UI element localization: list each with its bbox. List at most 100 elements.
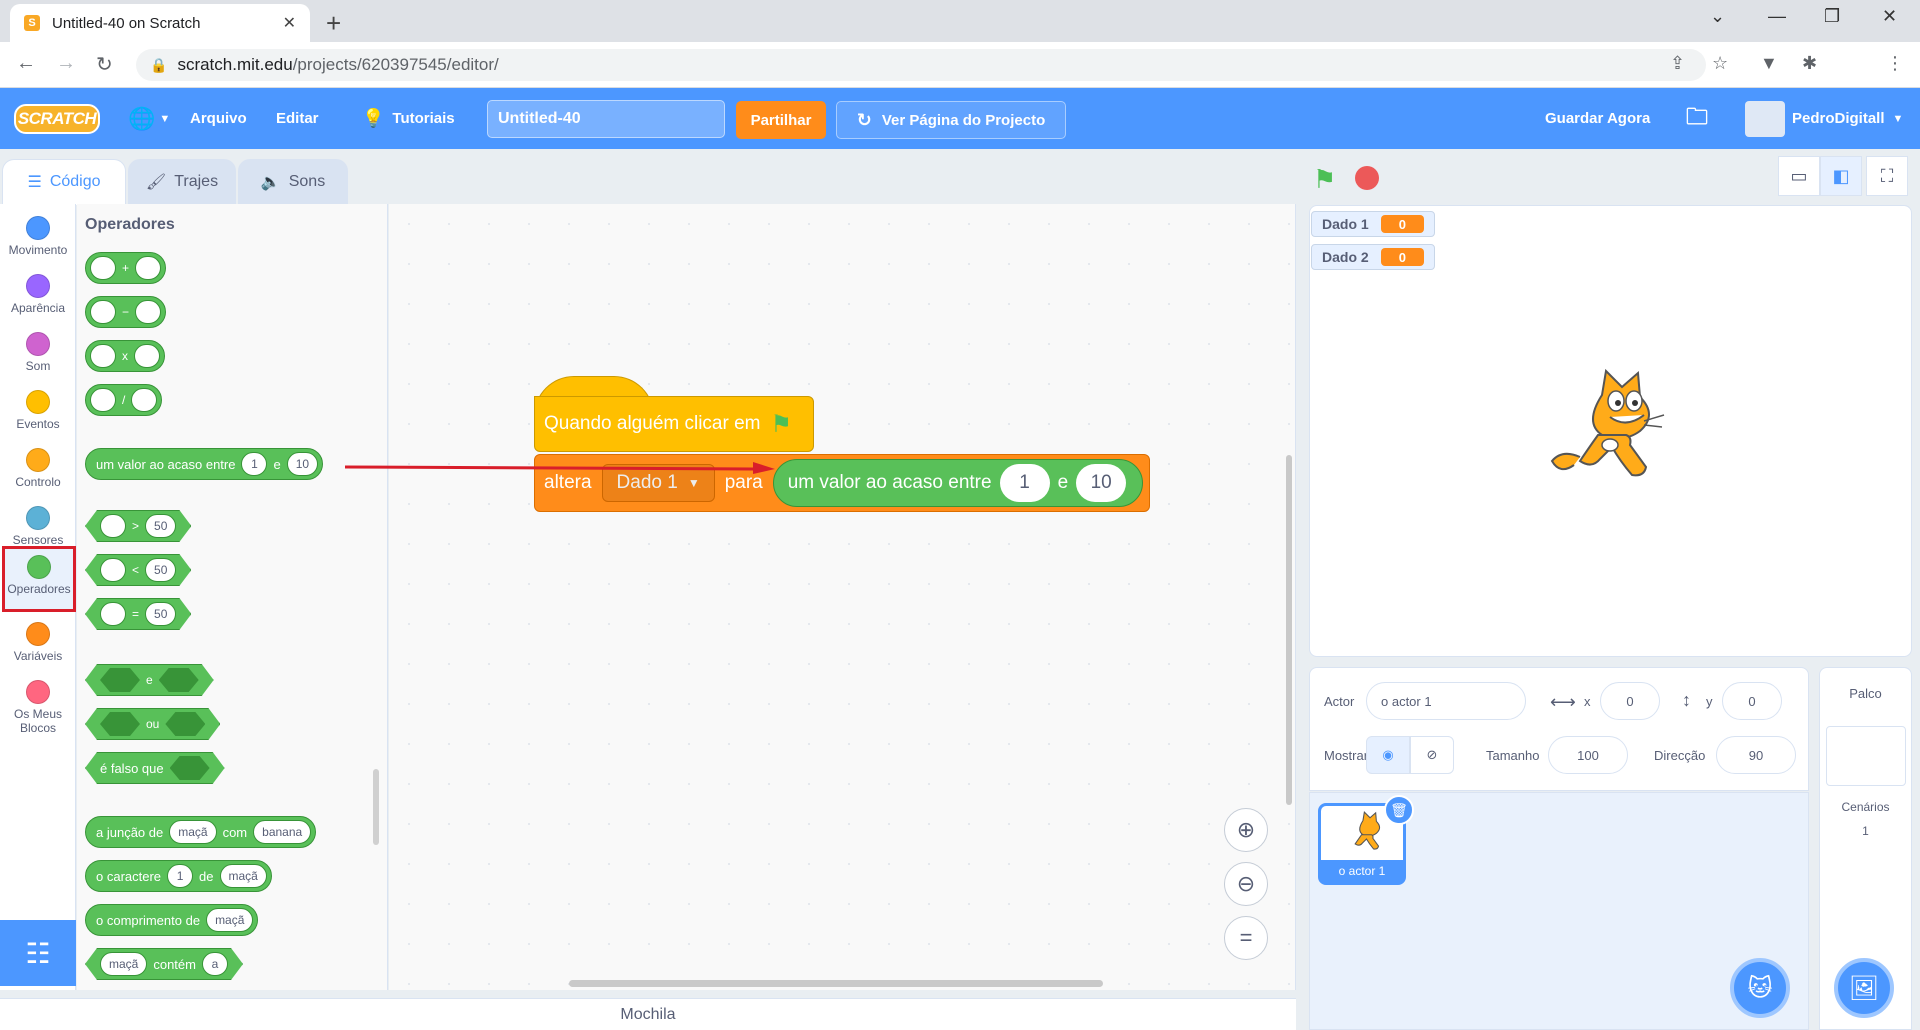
block-or-left-slot[interactable] bbox=[100, 712, 140, 736]
block-eq-right-slot[interactable]: 50 bbox=[145, 602, 176, 626]
extension-icon[interactable]: ▼ bbox=[1760, 53, 1778, 74]
variable-monitor-dado-2[interactable]: Dado 2 0 bbox=[1311, 244, 1435, 270]
block-join-b-slot[interactable]: banana bbox=[253, 820, 312, 844]
reload-icon[interactable]: ↻ bbox=[96, 52, 113, 77]
puzzle-icon[interactable]: ✱ bbox=[1802, 53, 1817, 74]
block-length-of[interactable]: o comprimento de maçã bbox=[85, 904, 259, 936]
cat-sprite[interactable] bbox=[1540, 365, 1670, 495]
browser-tab[interactable]: S Untitled-40 on Scratch ✕ bbox=[10, 4, 310, 42]
small-stage-button[interactable]: ▭ bbox=[1778, 156, 1820, 196]
hide-sprite-button[interactable]: ⊘ bbox=[1410, 736, 1454, 774]
category-motion[interactable]: Movimento bbox=[0, 210, 76, 268]
tab-code[interactable]: ☰ Código bbox=[2, 159, 126, 205]
share-icon[interactable]: ⇪ bbox=[1670, 53, 1685, 74]
block-divide[interactable]: / bbox=[85, 384, 163, 416]
avatar[interactable] bbox=[1745, 101, 1785, 137]
block-subtract-left-slot[interactable] bbox=[90, 300, 116, 324]
close-tab-icon[interactable]: ✕ bbox=[283, 13, 296, 33]
block-not[interactable]: é falso que bbox=[85, 752, 225, 784]
block-equals[interactable]: = 50 bbox=[85, 598, 191, 630]
zoom-out-button[interactable]: ⊖ bbox=[1224, 862, 1268, 906]
block-length-word-slot[interactable]: maçã bbox=[206, 908, 254, 932]
back-icon[interactable]: ← bbox=[16, 52, 36, 75]
category-sound[interactable]: Som bbox=[0, 326, 76, 384]
block-letter-n-slot[interactable]: 1 bbox=[167, 864, 194, 888]
scratch-logo[interactable]: SCRATCH bbox=[14, 104, 100, 134]
block-or[interactable]: ou bbox=[85, 708, 220, 740]
browser-menu-icon[interactable]: ⋮ bbox=[1886, 53, 1904, 74]
block-multiply[interactable]: x bbox=[85, 340, 165, 372]
block-lt-right-slot[interactable]: 50 bbox=[145, 558, 176, 582]
block-gt-right-slot[interactable]: 50 bbox=[145, 514, 176, 538]
variable-monitor-dado-1[interactable]: Dado 1 0 bbox=[1311, 211, 1435, 237]
block-divide-right-slot[interactable] bbox=[131, 388, 158, 412]
block-letter-of[interactable]: o caractere 1 de maçã bbox=[85, 860, 272, 892]
add-backdrop-button[interactable]: 🖼 bbox=[1834, 958, 1894, 1018]
edit-menu[interactable]: Editar bbox=[276, 88, 319, 149]
block-subtract[interactable]: − bbox=[85, 296, 167, 328]
block-less-than[interactable]: < 50 bbox=[85, 554, 191, 586]
block-eq-left-slot[interactable] bbox=[100, 602, 126, 626]
y-position-input[interactable]: 0 bbox=[1722, 682, 1782, 720]
block-and[interactable]: e bbox=[85, 664, 214, 696]
block-join[interactable]: a junção de maçã com banana bbox=[85, 816, 317, 848]
x-position-input[interactable]: 0 bbox=[1600, 682, 1660, 720]
block-add-right-slot[interactable] bbox=[135, 256, 162, 280]
block-or-right-slot[interactable] bbox=[165, 712, 205, 736]
restore-window-icon[interactable]: ❐ bbox=[1824, 6, 1840, 27]
language-menu[interactable]: 🌐 ▼ bbox=[128, 88, 170, 149]
block-not-slot[interactable] bbox=[170, 756, 210, 780]
stage-thumbnail[interactable] bbox=[1826, 726, 1906, 786]
when-flag-clicked-block[interactable]: Quando alguém clicar em ⚑ bbox=[534, 376, 814, 452]
star-icon[interactable]: ☆ bbox=[1712, 53, 1728, 74]
forward-icon[interactable]: → bbox=[56, 52, 76, 75]
fullscreen-button[interactable]: ⛶ bbox=[1866, 156, 1908, 196]
random-to-input[interactable]: 10 bbox=[1076, 464, 1127, 502]
zoom-reset-button[interactable]: = bbox=[1224, 916, 1268, 960]
block-add[interactable]: + bbox=[85, 252, 167, 284]
delete-sprite-button[interactable]: 🗑 bbox=[1384, 795, 1414, 825]
show-sprite-button[interactable]: ◉ bbox=[1366, 736, 1410, 774]
minimize-window-icon[interactable]: — bbox=[1768, 6, 1786, 27]
url-field[interactable]: 🔒 scratch.mit.edu /projects/620397545/ed… bbox=[136, 49, 1706, 81]
close-window-icon[interactable]: ✕ bbox=[1882, 6, 1897, 27]
block-and-left-slot[interactable] bbox=[100, 668, 140, 692]
block-contains-word-slot[interactable]: maçã bbox=[100, 952, 147, 976]
random-block-in-script[interactable]: um valor ao acaso entre 1 e 10 bbox=[772, 459, 1144, 507]
share-button[interactable]: Partilhar bbox=[736, 101, 826, 139]
tab-search-icon[interactable]: ⌄ bbox=[1710, 6, 1725, 27]
block-join-a-slot[interactable]: maçã bbox=[169, 820, 217, 844]
block-contains[interactable]: maçã contém a bbox=[85, 948, 243, 980]
zoom-in-button[interactable]: ⊕ bbox=[1224, 808, 1268, 852]
block-and-right-slot[interactable] bbox=[159, 668, 199, 692]
random-from-input[interactable]: 1 bbox=[999, 464, 1050, 502]
block-multiply-right-slot[interactable] bbox=[134, 344, 160, 368]
block-random[interactable]: um valor ao acaso entre 1 e 10 bbox=[85, 448, 324, 480]
green-flag-button[interactable]: ⚑ bbox=[1313, 164, 1336, 195]
block-subtract-right-slot[interactable] bbox=[135, 300, 162, 324]
size-input[interactable]: 100 bbox=[1548, 736, 1628, 774]
workspace-vertical-scrollbar[interactable] bbox=[1286, 455, 1292, 805]
add-extension-button[interactable]: ☷ bbox=[0, 920, 76, 986]
block-add-left-slot[interactable] bbox=[90, 256, 116, 280]
save-now-button[interactable]: Guardar Agora bbox=[1545, 88, 1650, 149]
tab-costumes[interactable]: 🖌 Trajes bbox=[128, 159, 236, 205]
category-events[interactable]: Eventos bbox=[0, 384, 76, 442]
block-greater-than[interactable]: > 50 bbox=[85, 510, 191, 542]
workspace-horizontal-scrollbar[interactable] bbox=[569, 980, 1103, 987]
block-random-from-slot[interactable]: 1 bbox=[241, 452, 268, 476]
palette-scrollbar[interactable] bbox=[373, 769, 379, 845]
account-menu[interactable]: PedroDigitall ▼ bbox=[1792, 88, 1903, 149]
my-stuff-folder-icon[interactable]: 🗀 bbox=[1686, 88, 1708, 149]
add-sprite-button[interactable]: 🐱 bbox=[1730, 958, 1790, 1018]
file-menu[interactable]: Arquivo bbox=[190, 88, 247, 149]
category-looks[interactable]: Aparência bbox=[0, 268, 76, 326]
category-control[interactable]: Controlo bbox=[0, 442, 76, 500]
block-divide-left-slot[interactable] bbox=[90, 388, 116, 412]
block-multiply-left-slot[interactable] bbox=[90, 344, 116, 368]
code-workspace[interactable] bbox=[389, 204, 1296, 990]
direction-input[interactable]: 90 bbox=[1716, 736, 1796, 774]
block-letter-word-slot[interactable]: maçã bbox=[219, 864, 267, 888]
normal-stage-button[interactable]: ◧ bbox=[1820, 156, 1862, 196]
stop-button[interactable] bbox=[1355, 166, 1379, 190]
